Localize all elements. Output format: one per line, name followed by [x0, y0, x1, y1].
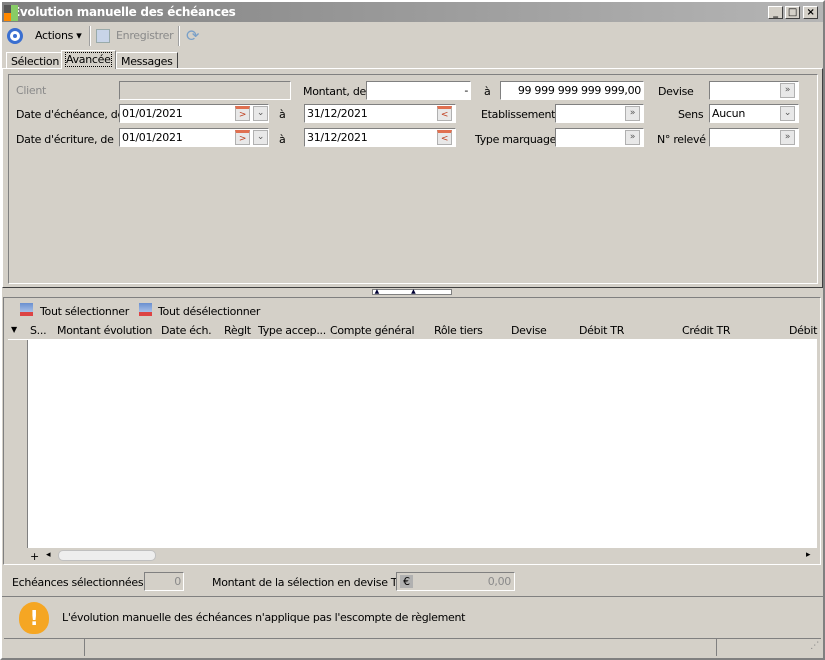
column-header[interactable]: S...: [30, 324, 47, 338]
column-header[interactable]: Devise: [511, 324, 547, 338]
euro-icon: €: [400, 575, 413, 588]
scroll-right-icon[interactable]: ▸: [806, 550, 811, 560]
divider: [2, 596, 823, 597]
calendar-next-icon[interactable]: >: [235, 106, 250, 121]
double-chevron-down-icon[interactable]: »: [625, 130, 640, 145]
to-label: à: [279, 133, 286, 146]
chevron-down-icon[interactable]: ⌄: [253, 130, 268, 145]
tab-label: Avancée: [65, 52, 112, 67]
minimize-button[interactable]: _: [768, 6, 783, 19]
actions-label: Actions: [35, 29, 74, 42]
to-label: à: [279, 108, 286, 121]
amount-field: € 0,00: [396, 572, 515, 591]
dropdown-arrow-icon: ▾: [76, 29, 82, 42]
save-button[interactable]: Enregistrer: [116, 29, 174, 42]
select-all-icon: [20, 303, 33, 316]
grid-body[interactable]: [27, 340, 817, 548]
amount-value: 0,00: [487, 575, 512, 588]
sens-label: Sens: [678, 108, 704, 121]
chevron-down-icon[interactable]: ⌄: [780, 106, 795, 121]
montant-to[interactable]: 99 999 999 999 999,00: [500, 81, 644, 100]
toolbar-separator: [178, 26, 180, 46]
double-chevron-down-icon[interactable]: »: [625, 106, 640, 121]
deselect-all-icon: [139, 303, 152, 316]
date-ecriture-label: Date d'écriture, de: [16, 133, 114, 146]
client-label: Client: [16, 84, 47, 97]
scrollbar-thumb[interactable]: [58, 550, 156, 561]
column-header[interactable]: Date éch.: [161, 324, 212, 338]
splitter-handle[interactable]: ▲ ▲: [372, 289, 452, 295]
add-row-button[interactable]: +: [30, 550, 39, 563]
calendar-prev-icon[interactable]: <: [437, 106, 452, 121]
save-icon: [96, 29, 110, 43]
column-header[interactable]: Type accep...: [258, 324, 326, 338]
column-header[interactable]: Montant évolution: [57, 324, 152, 338]
maximize-button[interactable]: □: [785, 6, 800, 19]
tab-avancee[interactable]: Avancée: [61, 50, 116, 69]
date-ecriture-to[interactable]: 31/12/2021: [304, 128, 456, 147]
column-header[interactable]: Crédit TR: [682, 324, 731, 338]
resize-grip-icon[interactable]: ⋰: [810, 641, 819, 651]
column-header[interactable]: Règlt: [224, 324, 251, 338]
column-chooser-icon[interactable]: ▼: [11, 325, 17, 334]
releve-label: N° relevé: [657, 133, 706, 146]
column-header[interactable]: Débit TR: [579, 324, 624, 338]
column-header[interactable]: Compte général: [330, 324, 415, 338]
amount-label: Montant de la sélection en devise TC: [212, 576, 405, 589]
count-field: 0: [144, 572, 184, 591]
etablissement-label: Etablissement: [481, 108, 556, 121]
horizontal-scrollbar[interactable]: ◂ ▸: [44, 549, 817, 563]
devise-label: Devise: [658, 85, 694, 98]
select-all-button[interactable]: Tout sélectionner: [40, 305, 129, 318]
warning-icon: !: [19, 602, 49, 634]
deselect-all-button[interactable]: Tout désélectionner: [158, 305, 260, 318]
date-echeance-label: Date d'échéance, de: [16, 108, 124, 121]
close-button[interactable]: ×: [803, 6, 818, 19]
window-title: Evolution manuelle des échéances: [12, 5, 236, 19]
montant-from[interactable]: -: [366, 81, 471, 100]
scroll-left-icon[interactable]: ◂: [46, 550, 51, 560]
title-bar: Evolution manuelle des échéances: [2, 2, 823, 22]
chevron-down-icon[interactable]: ⌄: [253, 106, 268, 121]
count-label: Echéances sélectionnées: [12, 576, 144, 589]
warning-message: L'évolution manuelle des échéances n'app…: [62, 611, 466, 624]
double-chevron-down-icon[interactable]: »: [780, 130, 795, 145]
client-field: [119, 81, 291, 100]
to-label: à: [484, 85, 491, 98]
tab-selection[interactable]: Sélection: [6, 52, 64, 69]
actions-menu[interactable]: Actions ▾: [35, 29, 82, 42]
type-marquage-label: Type marquage: [475, 133, 557, 146]
date-echeance-to[interactable]: 31/12/2021: [304, 104, 456, 123]
app-logo-icon: [4, 5, 18, 21]
column-header[interactable]: Débit: [789, 324, 817, 338]
calendar-next-icon[interactable]: >: [235, 130, 250, 145]
nav-circle-icon[interactable]: [7, 28, 23, 44]
toolbar-separator: [89, 26, 91, 46]
calendar-prev-icon[interactable]: <: [437, 130, 452, 145]
double-chevron-down-icon[interactable]: »: [780, 83, 795, 98]
tab-messages[interactable]: Messages: [116, 52, 178, 69]
refresh-icon[interactable]: ⟳: [186, 26, 199, 45]
column-header[interactable]: Rôle tiers: [434, 324, 483, 338]
montant-label: Montant, de: [303, 85, 366, 98]
status-bar: ⋰: [4, 638, 821, 656]
